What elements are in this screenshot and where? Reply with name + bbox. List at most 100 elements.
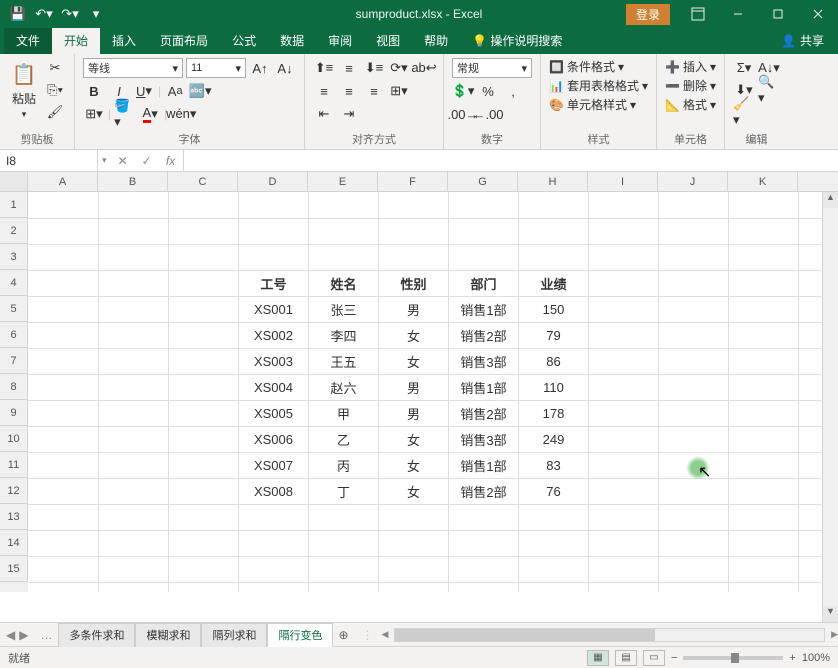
table-cell[interactable]: 男 xyxy=(379,401,449,427)
select-all-corner[interactable] xyxy=(0,172,28,191)
table-cell[interactable]: 86 xyxy=(519,349,589,375)
add-sheet-button[interactable]: ⊕ xyxy=(333,628,353,642)
table-cell[interactable]: 销售3部 xyxy=(449,427,519,453)
column-header[interactable]: E xyxy=(308,172,378,191)
wrap-text-icon[interactable]: ab↩ xyxy=(413,58,435,78)
horizontal-scrollbar[interactable] xyxy=(394,628,825,642)
login-button[interactable]: 登录 xyxy=(626,4,670,25)
table-cell[interactable]: 销售2部 xyxy=(449,323,519,349)
row-header[interactable]: 11 xyxy=(0,452,28,478)
row-header[interactable]: 3 xyxy=(0,244,28,270)
table-header[interactable]: 工号 xyxy=(239,271,309,297)
fx-icon[interactable]: fx xyxy=(159,150,183,172)
table-header[interactable]: 性别 xyxy=(379,271,449,297)
table-cell[interactable]: XS001 xyxy=(239,297,309,323)
copy-icon[interactable]: ⎘▾ xyxy=(44,80,66,100)
zoom-thumb[interactable] xyxy=(731,653,739,663)
row-header[interactable]: 12 xyxy=(0,478,28,504)
font-size-select[interactable]: 11▾ xyxy=(186,58,246,78)
sheet-tab[interactable]: 多条件求和 xyxy=(58,623,135,647)
table-cell[interactable]: 女 xyxy=(379,349,449,375)
normal-view-icon[interactable]: ▦ xyxy=(587,650,609,666)
decrease-indent-icon[interactable]: ⇤ xyxy=(313,104,335,124)
orientation-icon[interactable]: ⟳▾ xyxy=(388,58,410,78)
number-format-select[interactable]: 常规▾ xyxy=(452,58,532,78)
row-header[interactable]: 2 xyxy=(0,218,28,244)
tab-formulas[interactable]: 公式 xyxy=(220,27,268,54)
page-layout-view-icon[interactable]: ▤ xyxy=(615,650,637,666)
insert-cells-button[interactable]: ➕插入 ▾ xyxy=(665,58,716,75)
row-header[interactable]: 4 xyxy=(0,270,28,296)
save-icon[interactable]: 💾 xyxy=(10,6,26,22)
table-cell[interactable]: 女 xyxy=(379,427,449,453)
table-cell[interactable]: 150 xyxy=(519,297,589,323)
fill-color-icon[interactable]: 🪣▾ xyxy=(114,104,136,124)
ribbon-options-icon[interactable] xyxy=(678,0,718,28)
accounting-icon[interactable]: 💲▾ xyxy=(452,81,474,101)
table-cell[interactable]: 女 xyxy=(379,323,449,349)
table-cell[interactable]: 销售2部 xyxy=(449,401,519,427)
table-cell[interactable]: 女 xyxy=(379,453,449,479)
format-painter-icon[interactable]: 🖌 xyxy=(44,102,66,122)
table-cell[interactable]: XS003 xyxy=(239,349,309,375)
row-header[interactable]: 15 xyxy=(0,556,28,582)
row-header[interactable]: 7 xyxy=(0,348,28,374)
column-header[interactable]: G xyxy=(448,172,518,191)
table-cell[interactable]: 销售1部 xyxy=(449,375,519,401)
tab-review[interactable]: 审阅 xyxy=(316,27,364,54)
table-cell[interactable]: XS006 xyxy=(239,427,309,453)
redo-icon[interactable]: ↷▾ xyxy=(62,6,78,22)
column-header[interactable]: I xyxy=(588,172,658,191)
table-cell[interactable]: XS002 xyxy=(239,323,309,349)
ruby-guide-icon[interactable]: wén▾ xyxy=(170,104,192,124)
row-header[interactable]: 1 xyxy=(0,192,28,218)
shrink-font-icon[interactable]: A↓ xyxy=(274,58,296,78)
font-color-icon[interactable]: A▾ xyxy=(139,104,161,124)
format-cells-button[interactable]: 📐格式 ▾ xyxy=(665,96,716,113)
align-left-icon[interactable]: ≡ xyxy=(313,81,335,101)
column-header[interactable]: B xyxy=(98,172,168,191)
table-cell[interactable]: XS004 xyxy=(239,375,309,401)
zoom-slider[interactable] xyxy=(683,656,783,660)
sheet-tab-overflow-icon[interactable]: … xyxy=(34,628,58,642)
formula-input[interactable] xyxy=(184,159,838,163)
tab-help[interactable]: 帮助 xyxy=(412,27,460,54)
ruby-icon[interactable]: Aa xyxy=(164,81,186,101)
row-header[interactable]: 6 xyxy=(0,322,28,348)
table-cell[interactable]: 110 xyxy=(519,375,589,401)
cell-styles-button[interactable]: 🎨单元格样式 ▾ xyxy=(549,96,636,113)
paste-button[interactable]: 📋 粘贴 ▾ xyxy=(8,58,40,122)
table-cell[interactable]: 王五 xyxy=(309,349,379,375)
grow-font-icon[interactable]: A↑ xyxy=(249,58,271,78)
row-header[interactable]: 10 xyxy=(0,426,28,452)
sheet-tab[interactable]: 隔列求和 xyxy=(201,623,267,647)
table-cell[interactable]: 76 xyxy=(519,479,589,505)
table-cell[interactable]: 丁 xyxy=(309,479,379,505)
table-cell[interactable]: 销售1部 xyxy=(449,453,519,479)
sheet-tab[interactable]: 隔行变色 xyxy=(267,623,333,647)
align-top-icon[interactable]: ⬆≡ xyxy=(313,58,335,78)
minimize-icon[interactable] xyxy=(718,0,758,28)
table-cell[interactable]: 销售3部 xyxy=(449,349,519,375)
table-cell[interactable]: XS005 xyxy=(239,401,309,427)
column-header[interactable]: J xyxy=(658,172,728,191)
qat-customize-icon[interactable]: ▾ xyxy=(88,6,104,22)
table-cell[interactable]: 甲 xyxy=(309,401,379,427)
column-header[interactable]: A xyxy=(28,172,98,191)
tab-home[interactable]: 开始 xyxy=(52,27,100,54)
find-icon[interactable]: 🔍▾ xyxy=(758,80,780,100)
clear-icon[interactable]: 🧹▾ xyxy=(733,102,755,122)
delete-cells-button[interactable]: ➖删除 ▾ xyxy=(665,77,716,94)
tab-file[interactable]: 文件 xyxy=(4,27,52,54)
row-header[interactable]: 8 xyxy=(0,374,28,400)
formula-cancel-icon[interactable]: ✕ xyxy=(111,150,135,172)
autosum-icon[interactable]: Σ▾ xyxy=(733,58,755,78)
maximize-icon[interactable] xyxy=(758,0,798,28)
align-right-icon[interactable]: ≡ xyxy=(363,81,385,101)
column-header[interactable]: D xyxy=(238,172,308,191)
tab-nav-prev-icon[interactable]: ◀ xyxy=(6,628,15,642)
format-as-table-button[interactable]: 📊套用表格格式 ▾ xyxy=(549,77,648,94)
table-cell[interactable]: 赵六 xyxy=(309,375,379,401)
column-header[interactable]: H xyxy=(518,172,588,191)
table-cell[interactable]: 男 xyxy=(379,297,449,323)
